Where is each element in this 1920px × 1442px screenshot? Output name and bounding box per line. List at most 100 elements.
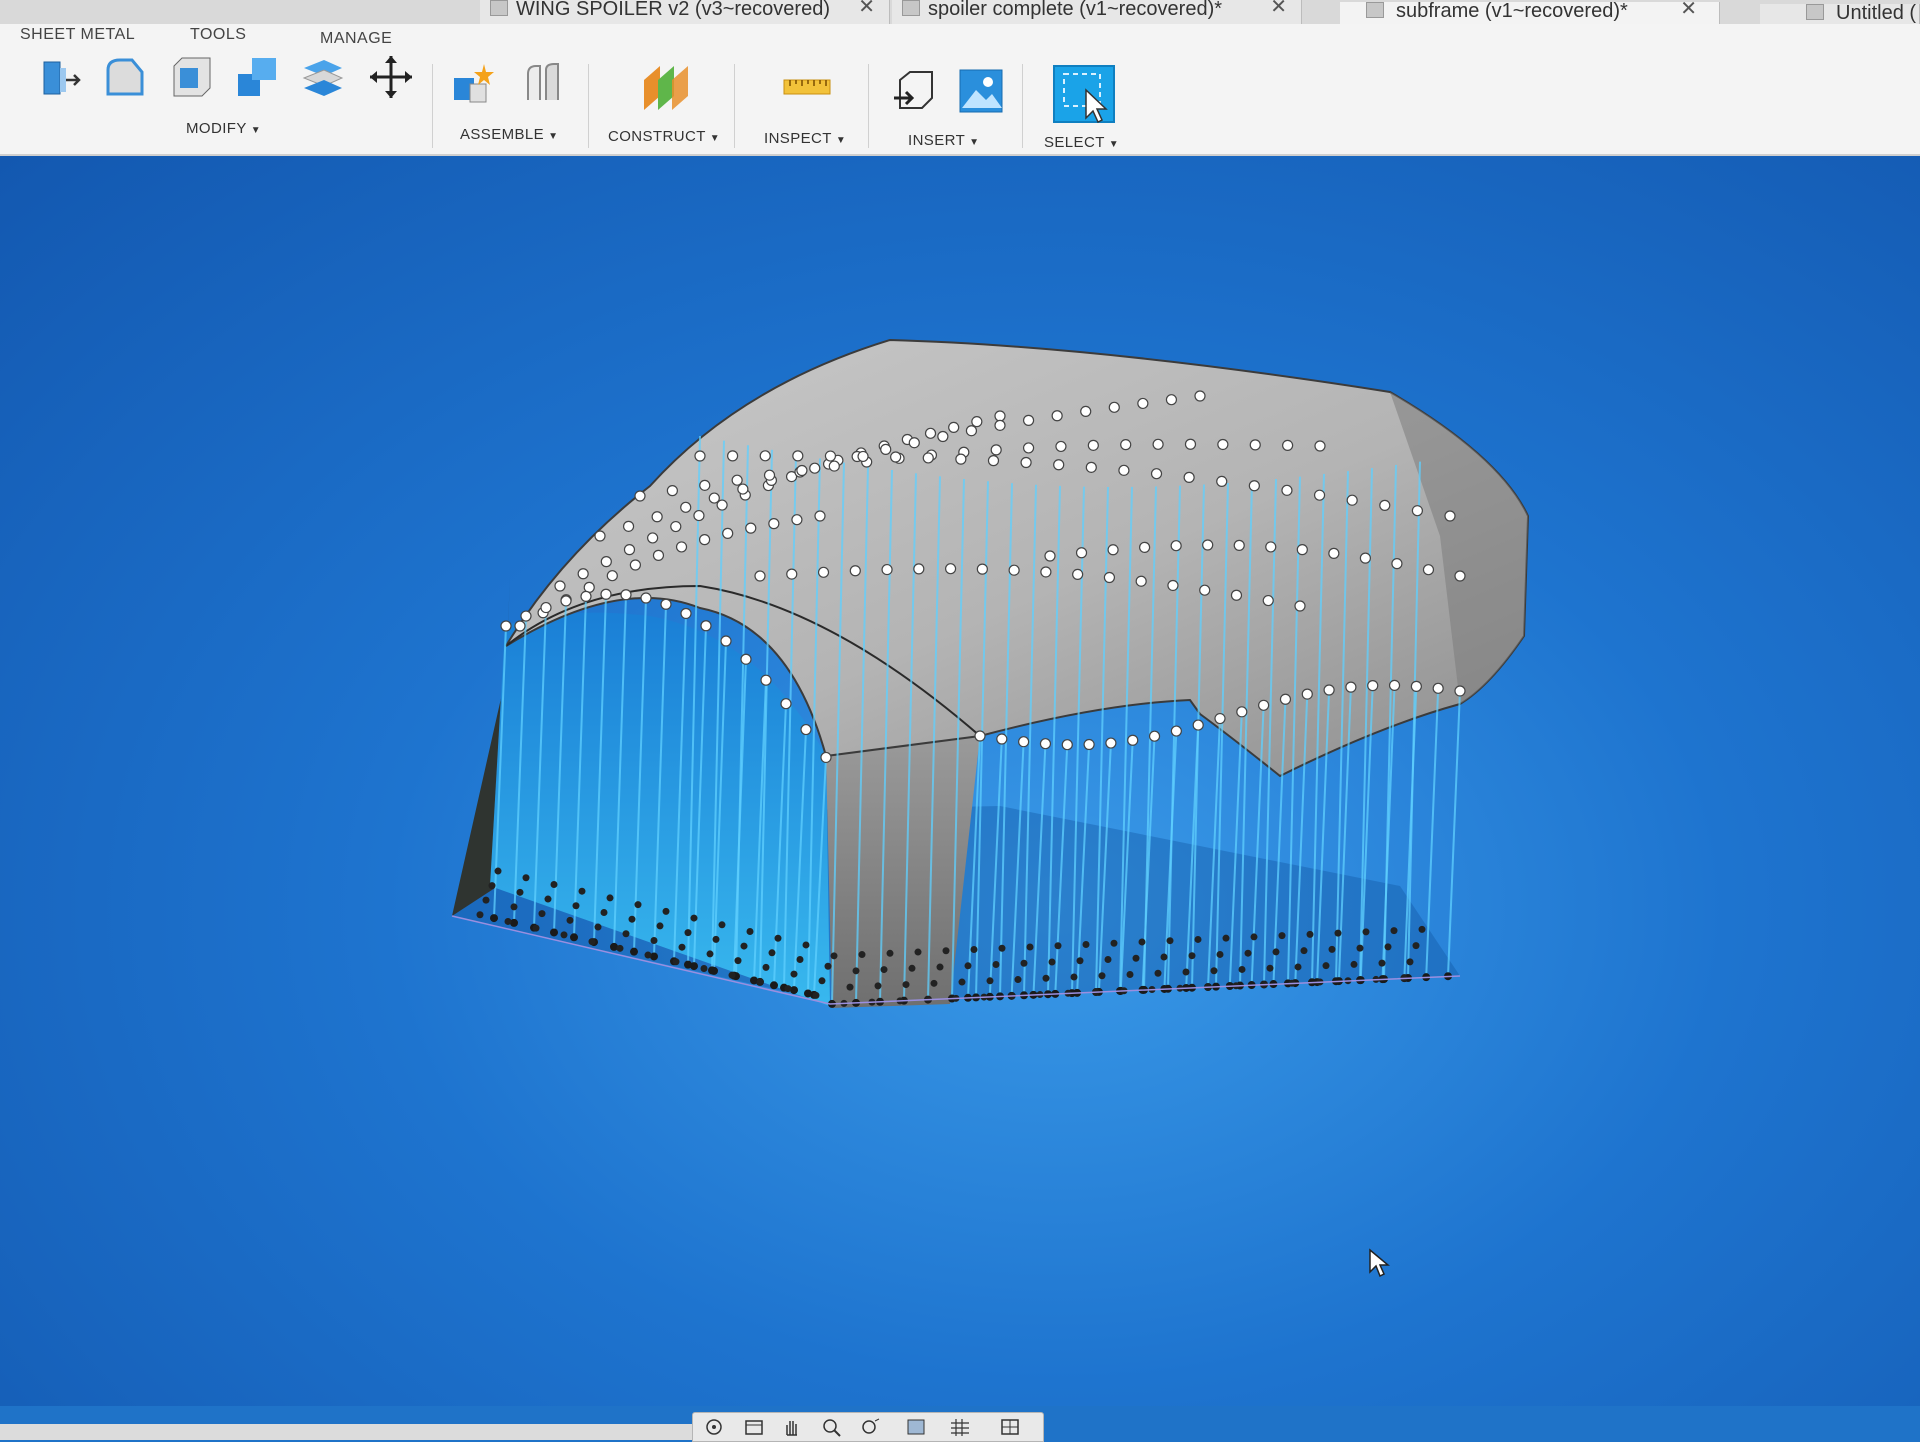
- control-point: [754, 570, 766, 582]
- new-component-icon[interactable]: [450, 60, 496, 106]
- inspect-menu[interactable]: INSPECT ▼: [764, 130, 846, 147]
- fit-icon[interactable]: [859, 1417, 881, 1437]
- control-point: [990, 444, 1002, 456]
- close-icon[interactable]: ✕: [1270, 0, 1287, 17]
- control-point: [768, 518, 780, 530]
- control-point: [600, 556, 612, 568]
- floor-point: [992, 961, 1000, 969]
- close-icon[interactable]: ✕: [858, 0, 875, 17]
- floor-point: [1020, 959, 1028, 967]
- document-tab-bar: WING SPOILER v2 (v3~recovered) ✕ spoiler…: [0, 0, 1920, 24]
- floor-point: [1222, 934, 1230, 942]
- zoom-icon[interactable]: [821, 1417, 843, 1437]
- look-at-icon[interactable]: [743, 1417, 765, 1437]
- control-point: [908, 437, 920, 449]
- floor-point: [1322, 962, 1330, 970]
- modify-menu-label: MODIFY: [186, 120, 247, 137]
- control-point: [759, 450, 771, 462]
- document-tab-wing-spoiler[interactable]: WING SPOILER v2 (v3~recovered) ✕: [480, 0, 890, 24]
- select-window-icon[interactable]: [1052, 64, 1116, 124]
- control-point: [1282, 439, 1294, 452]
- floor-point: [700, 964, 708, 972]
- insert-image-icon[interactable]: [958, 68, 1004, 114]
- floor-point: [1082, 940, 1090, 948]
- floor-point: [886, 949, 894, 957]
- control-point: [1135, 575, 1147, 587]
- combine-icon[interactable]: [234, 54, 280, 100]
- press-pull-icon[interactable]: [36, 54, 82, 100]
- display-mode-icon[interactable]: [905, 1417, 927, 1437]
- control-point: [1249, 439, 1261, 451]
- floor-point: [1244, 949, 1252, 957]
- floor-point: [818, 977, 826, 985]
- control-point: [540, 601, 552, 614]
- control-point: [1258, 699, 1270, 711]
- chevron-down-icon: ▼: [548, 131, 559, 142]
- offset-plane-icon[interactable]: [640, 62, 692, 114]
- control-point: [1233, 539, 1245, 551]
- control-point: [1314, 440, 1326, 452]
- control-point: [924, 427, 937, 439]
- floor-point: [600, 908, 608, 916]
- control-point: [1454, 685, 1466, 697]
- control-point: [820, 751, 832, 764]
- insert-menu[interactable]: INSERT ▼: [908, 132, 979, 149]
- canvas-viewport[interactable]: [0, 156, 1920, 1406]
- control-point: [1165, 394, 1178, 406]
- floor-point: [504, 917, 512, 925]
- control-point: [987, 455, 1000, 467]
- control-point: [500, 620, 512, 632]
- control-point: [1262, 594, 1274, 607]
- control-point: [708, 492, 720, 504]
- document-tab-untitled[interactable]: Untitled (: [1760, 3, 1920, 24]
- control-point: [1085, 461, 1097, 473]
- floor-point: [708, 966, 716, 975]
- close-icon[interactable]: ✕: [1680, 0, 1697, 19]
- floor-point: [852, 967, 860, 975]
- tab-manage[interactable]: MANAGE: [320, 30, 392, 48]
- orbit-icon[interactable]: [703, 1417, 725, 1437]
- control-point: [1103, 571, 1116, 584]
- control-point: [800, 723, 812, 736]
- fillet-icon[interactable]: [102, 54, 148, 100]
- modify-menu[interactable]: MODIFY ▼: [186, 120, 261, 137]
- document-tab-spoiler-complete[interactable]: spoiler complete (v1~recovered)* ✕: [892, 0, 1302, 24]
- control-point: [971, 416, 983, 428]
- move-icon[interactable]: [368, 54, 414, 100]
- control-point: [1167, 579, 1179, 592]
- control-point: [1148, 730, 1161, 742]
- insert-derive-icon[interactable]: [890, 68, 936, 114]
- offset-face-icon[interactable]: [300, 54, 346, 100]
- viewports-icon[interactable]: [999, 1417, 1021, 1437]
- control-point: [1432, 682, 1444, 694]
- control-point: [1422, 564, 1435, 576]
- pan-icon[interactable]: [781, 1417, 803, 1437]
- control-point: [694, 450, 706, 462]
- joint-icon[interactable]: [520, 60, 566, 106]
- floor-point: [1188, 952, 1196, 960]
- assemble-menu[interactable]: ASSEMBLE ▼: [460, 126, 558, 143]
- floor-point: [874, 982, 882, 990]
- tab-sheet-metal[interactable]: SHEET METAL: [20, 26, 135, 44]
- control-point: [1139, 541, 1151, 553]
- select-menu[interactable]: SELECT ▼: [1044, 134, 1119, 151]
- control-point: [880, 443, 892, 455]
- floor-point: [728, 971, 736, 979]
- document-tab-subframe[interactable]: subframe (v1~recovered)* ✕: [1340, 0, 1720, 24]
- control-point: [1051, 410, 1063, 422]
- shell-icon[interactable]: [168, 54, 214, 100]
- floor-point: [490, 914, 498, 923]
- model-scene[interactable]: [0, 156, 1920, 1406]
- control-point: [647, 532, 659, 544]
- projection-line: [1425, 688, 1440, 978]
- grid-icon[interactable]: [949, 1417, 971, 1437]
- floor-point: [550, 880, 558, 888]
- construct-menu[interactable]: CONSTRUCT ▼: [608, 128, 720, 145]
- control-point: [699, 534, 711, 546]
- control-point: [1118, 464, 1130, 476]
- tab-tools[interactable]: TOOLS: [190, 26, 246, 44]
- floor-point: [774, 934, 782, 942]
- floor-point: [1216, 950, 1224, 958]
- control-point: [1022, 414, 1035, 426]
- measure-icon[interactable]: [782, 72, 832, 102]
